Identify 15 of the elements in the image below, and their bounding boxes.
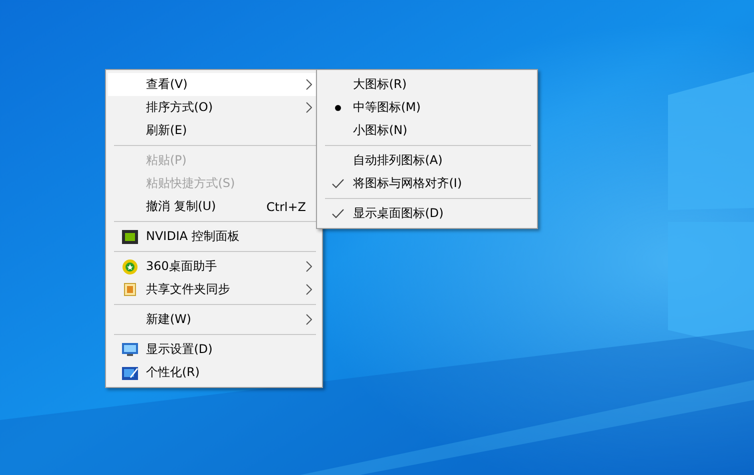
menu-item[interactable]: 显示设置(D) (108, 338, 320, 361)
menu-item[interactable]: 中等图标(M) (319, 96, 535, 119)
menu-item[interactable]: 共享文件夹同步 (108, 278, 320, 301)
menu-item[interactable]: 个性化(R) (108, 361, 320, 384)
menu-item[interactable]: 新建(W) (108, 308, 320, 331)
menu-item[interactable]: 显示桌面图标(D) (319, 202, 535, 225)
menu-item[interactable]: 刷新(E) (108, 119, 320, 142)
menu-item[interactable]: 将图标与网格对齐(I) (319, 172, 535, 195)
menu-item[interactable]: 撤消 复制(U) Ctrl+Z (108, 195, 320, 218)
menu-item[interactable]: 小图标(N) (319, 119, 535, 142)
menu-item[interactable]: 大图标(R) (319, 73, 535, 96)
menu-item[interactable]: 排序方式(O) (108, 96, 320, 119)
menu-item[interactable]: NVIDIA 控制面板 (108, 225, 320, 248)
menu-item[interactable]: 360桌面助手 (108, 255, 320, 278)
menu-item[interactable]: 自动排列图标(A) (319, 149, 535, 172)
